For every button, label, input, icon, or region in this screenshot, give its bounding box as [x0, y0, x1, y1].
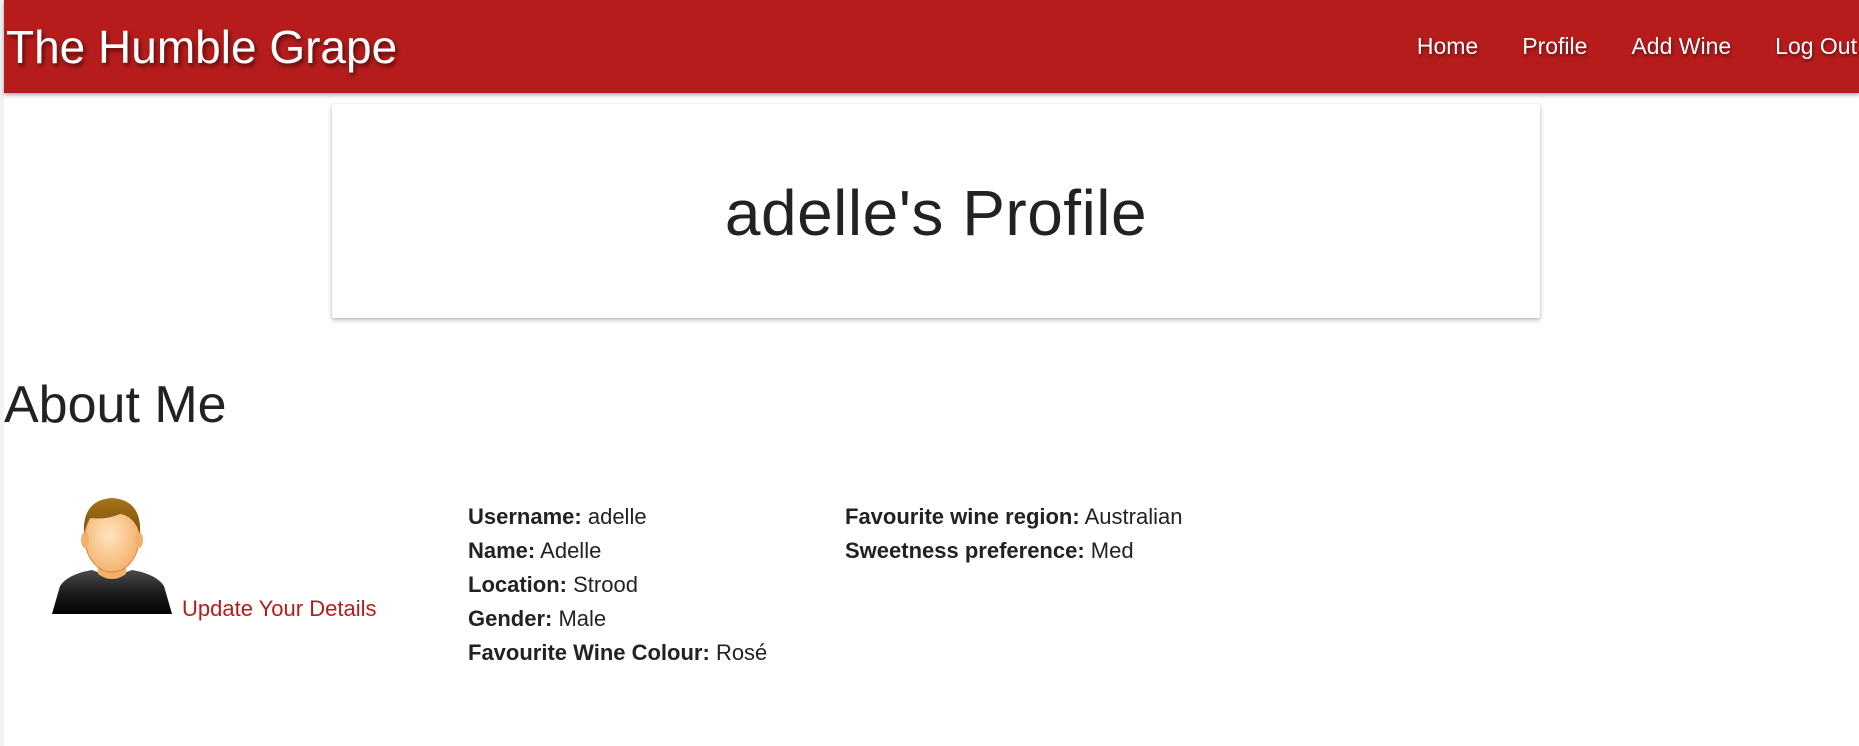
detail-label: Username:	[468, 504, 582, 529]
detail-value: Strood	[573, 572, 638, 597]
detail-location: Location: Strood	[468, 568, 767, 602]
detail-value: Male	[558, 606, 607, 631]
detail-name: Name: Adelle	[468, 534, 767, 568]
detail-label: Sweetness preference:	[845, 538, 1085, 563]
detail-value: Adelle	[540, 538, 602, 563]
about-me-heading: About Me	[4, 376, 227, 434]
detail-value: Rosé	[715, 640, 768, 665]
detail-value: adelle	[587, 504, 647, 529]
page-title: adelle's Profile	[724, 177, 1148, 249]
detail-wine-region: Favourite wine region: Australian	[845, 500, 1182, 534]
navbar: The Humble Grape Home Profile Add Wine L…	[4, 0, 1859, 93]
profile-details-right: Favourite wine region: Australian Sweetn…	[845, 500, 1182, 568]
detail-label: Favourite wine region:	[845, 504, 1080, 529]
detail-label: Gender:	[468, 606, 553, 631]
detail-label: Location:	[468, 572, 567, 597]
brand-logo[interactable]: The Humble Grape	[6, 20, 397, 74]
profile-details-left: Username: adelle Name: Adelle Location: …	[468, 500, 767, 670]
nav-profile-link[interactable]: Profile	[1522, 30, 1587, 62]
update-details-link[interactable]: Update Your Details	[182, 595, 376, 623]
nav-home-link[interactable]: Home	[1417, 30, 1478, 62]
detail-gender: Gender: Male	[468, 602, 767, 636]
nav-log-out-link[interactable]: Log Out	[1775, 30, 1857, 62]
detail-label: Favourite Wine Colour:	[468, 640, 710, 665]
page-edge	[0, 0, 4, 746]
detail-label: Name:	[468, 538, 536, 563]
user-avatar-icon	[48, 494, 176, 618]
profile-header-card: adelle's Profile	[332, 104, 1540, 318]
detail-value: Australian	[1084, 504, 1183, 529]
detail-username: Username: adelle	[468, 500, 767, 534]
nav-links: Home Profile Add Wine Log Out	[1373, 30, 1857, 62]
detail-wine-colour: Favourite Wine Colour: Rosé	[468, 636, 767, 670]
detail-value: Med	[1090, 538, 1134, 563]
detail-sweetness: Sweetness preference: Med	[845, 534, 1182, 568]
nav-add-wine-link[interactable]: Add Wine	[1631, 30, 1731, 62]
